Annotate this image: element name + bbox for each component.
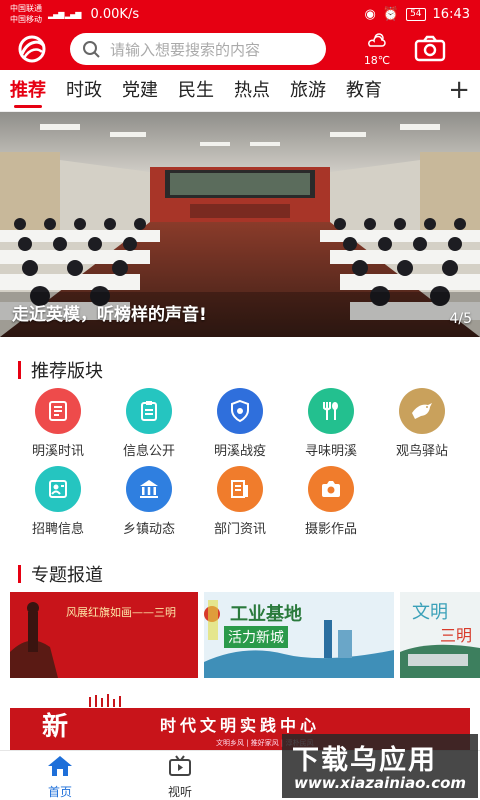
cloud-sun-icon: [368, 33, 386, 47]
tab-livelihood[interactable]: 民生: [178, 70, 214, 112]
battery-icon: 54: [406, 7, 426, 21]
building-icon: [126, 466, 172, 512]
topic-text: 工业基地: [230, 604, 302, 625]
grid-item-info-public[interactable]: 信息公开: [103, 388, 195, 459]
topic-text: 文明: [412, 602, 448, 623]
topic-card[interactable]: 文明 三明: [400, 592, 480, 678]
nav-label: 视听: [167, 785, 192, 799]
department-icon: [217, 466, 263, 512]
bird-icon: [399, 388, 445, 434]
fork-spoon-icon: [308, 388, 354, 434]
app-header: 请输入想要搜索的内容 18℃: [0, 28, 480, 70]
grid-item-food[interactable]: 寻味明溪: [285, 388, 377, 459]
search-box[interactable]: 请输入想要搜索的内容: [70, 33, 326, 65]
watermark: 下载乌应用 www.xiazainiao.com: [282, 734, 478, 798]
grid-label: 明溪时讯: [31, 444, 84, 459]
watermark-title: 下载乌应用: [292, 745, 437, 776]
document-icon: [126, 388, 172, 434]
section-title-topics: 专题报道: [18, 561, 103, 587]
topic-card[interactable]: 工业基地 活力新城: [204, 592, 394, 678]
grid-item-bird[interactable]: 观鸟驿站: [376, 388, 468, 459]
section-title-recommend: 推荐版块: [18, 357, 103, 383]
grid-label: 观鸟驿站: [395, 444, 448, 459]
recruit-icon: [35, 466, 81, 512]
banner-page-indicator: 4/5: [449, 311, 472, 327]
topic-text-2: 活力新城: [224, 626, 288, 648]
grid-label: 信息公开: [122, 444, 175, 459]
channel-tabs: 推荐 时政 党建 民生 热点 旅游 教育 +: [0, 70, 480, 112]
carrier-1: 中国联通: [10, 4, 42, 13]
carrier-2: 中国移动: [10, 15, 42, 24]
section-title-bar: [18, 361, 21, 379]
eye-icon: ◉: [364, 6, 376, 22]
carrier-info: 中国联通 中国移动: [10, 3, 42, 25]
grid-item-photo[interactable]: 摄影作品: [285, 466, 377, 537]
grid-item-epidemic[interactable]: 明溪战疫: [194, 388, 286, 459]
nav-home[interactable]: 首页: [30, 755, 90, 800]
nav-audio-video[interactable]: 视听: [150, 755, 210, 800]
grid-label: 寻味明溪: [304, 444, 357, 459]
section-title-text: 专题报道: [31, 565, 103, 586]
alarm-icon: ⏰: [382, 6, 400, 22]
app-logo[interactable]: [14, 34, 50, 64]
topic-text-2: 三明: [440, 626, 473, 645]
hero-banner[interactable]: 走近英模，听榜样的声音! 4/5: [0, 112, 480, 337]
grid-label: 招聘信息: [31, 522, 84, 537]
camera-icon[interactable]: [414, 34, 446, 62]
network-speed: 0.00K/s: [90, 6, 140, 22]
grid-item-news[interactable]: 明溪时讯: [12, 388, 104, 459]
nav-label: 首页: [47, 785, 72, 799]
banner-caption: 走近英模，听榜样的声音!: [12, 305, 207, 325]
banner-title: 时代文明实践中心: [160, 716, 321, 735]
clock: 16:43: [432, 6, 470, 22]
search-placeholder: 请输入想要搜索的内容: [110, 40, 261, 59]
shield-virus-icon: [217, 388, 263, 434]
section-title-text: 推荐版块: [31, 361, 103, 382]
grid-label: 部门资讯: [213, 522, 266, 537]
news-icon: [35, 388, 81, 434]
tab-recommend[interactable]: 推荐: [10, 70, 46, 112]
tab-education[interactable]: 教育: [346, 70, 382, 112]
grid-item-department[interactable]: 部门资讯: [194, 466, 286, 537]
topic-text: 风展红旗如画——三明: [66, 606, 176, 619]
add-channel-button[interactable]: +: [448, 70, 470, 110]
tab-hot[interactable]: 热点: [234, 70, 270, 112]
grid-label: 乡镇动态: [122, 522, 175, 537]
grid-label: 明溪战疫: [213, 444, 266, 459]
tv-icon: [169, 755, 191, 776]
watermark-url: www.xiazainiao.com: [294, 774, 467, 792]
grid-item-town[interactable]: 乡镇动态: [103, 466, 195, 537]
camera-icon: [308, 466, 354, 512]
status-bar: 中国联通 中国移动 ▂▄▆ ▂▄▆ 0.00K/s ◉ ⏰ 54 16:43: [0, 0, 480, 28]
topics-carousel: 风展红旗如画——三明 工业基地 活力新城 文明 三明: [10, 592, 480, 678]
grid-label: 摄影作品: [304, 522, 357, 537]
temperature: 18℃: [363, 54, 391, 67]
banner-char: 新: [42, 712, 69, 742]
tab-party[interactable]: 党建: [122, 70, 158, 112]
topic-card[interactable]: 风展红旗如画——三明: [10, 592, 198, 678]
section-title-bar: [18, 565, 21, 583]
weather-widget[interactable]: 18℃: [352, 30, 402, 68]
signal-icon: ▂▄▆ ▂▄▆: [48, 9, 81, 19]
search-icon: [83, 41, 100, 58]
grid-item-recruit[interactable]: 招聘信息: [12, 466, 104, 537]
home-icon: [48, 756, 72, 776]
tab-travel[interactable]: 旅游: [290, 70, 326, 112]
app-screen: 中国联通 中国移动 ▂▄▆ ▂▄▆ 0.00K/s ◉ ⏰ 54 16:43 请…: [0, 0, 480, 800]
tab-politics[interactable]: 时政: [66, 70, 102, 112]
